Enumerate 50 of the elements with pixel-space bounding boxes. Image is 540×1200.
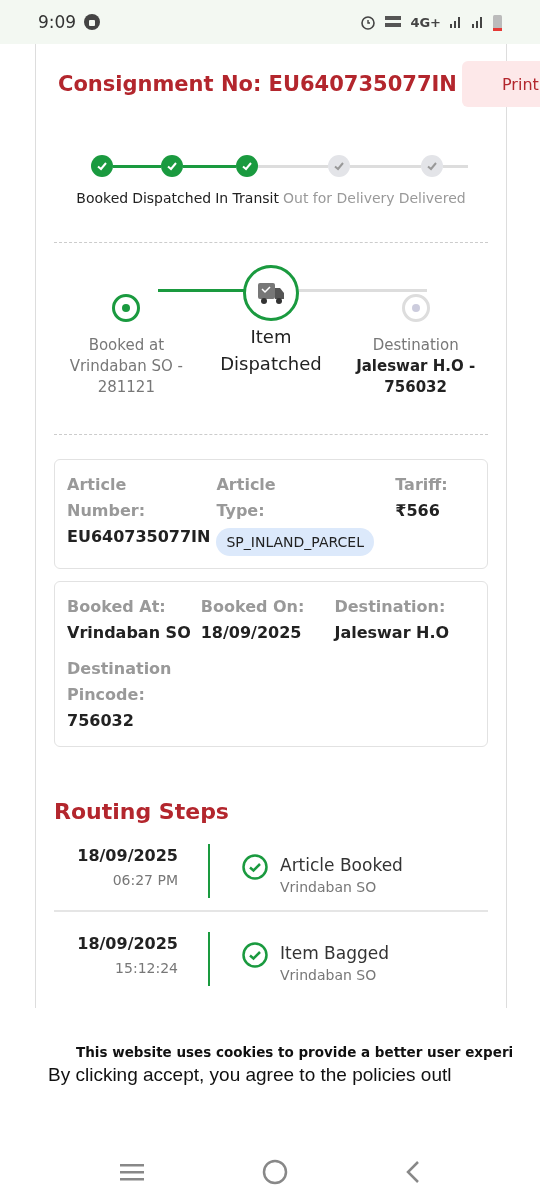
field-value: Vrindaban SO — [67, 622, 192, 644]
current-status: Item Dispatched — [219, 325, 323, 376]
field-label: Booked On: — [200, 596, 306, 618]
section-title: Routing Steps — [54, 799, 230, 824]
step-label: Out for Delivery — [282, 190, 396, 206]
cookie-heading: This website uses cookies to provide a better user experi — [76, 1044, 514, 1060]
volte-icon — [384, 15, 403, 29]
cookie-text: By clicking accept, you agree to the policies outl — [48, 1064, 452, 1086]
field-label: Destination Pincode: — [67, 658, 173, 706]
check-circle-icon — [242, 942, 268, 968]
field-value: 756032 — [67, 710, 135, 732]
field-label: Tariff: — [395, 474, 449, 496]
step-office: Vrindaban SO — [280, 966, 378, 985]
network-type: 4G+ — [410, 14, 441, 30]
step-label: In Transit — [214, 190, 280, 206]
signal-icon — [471, 15, 485, 29]
step-label: Booked — [75, 190, 130, 206]
consignment-title: Consignment No: EU640735077IN — [58, 72, 458, 96]
menu-icon[interactable] — [118, 1162, 145, 1182]
step-date: 18/09/2025 — [77, 933, 178, 955]
step-time: 15:12:24 — [115, 959, 178, 978]
field-label: Booked At: — [67, 596, 167, 618]
home-icon[interactable] — [262, 1159, 288, 1185]
destination-caption: Destination — [372, 335, 459, 356]
destination-place: Jaleswar H.O - 756032 — [355, 356, 476, 398]
back-icon[interactable] — [405, 1160, 422, 1184]
step-date: 18/09/2025 — [77, 845, 178, 867]
field-value: 18/09/2025 — [200, 622, 303, 644]
field-value: EU640735077IN — [67, 526, 211, 548]
step-label: Dispatched — [131, 190, 213, 206]
field-value: ₹566 — [395, 500, 441, 522]
check-circle-icon — [242, 854, 268, 880]
origin-place: Vrindaban SO - 281121 — [68, 356, 184, 398]
field-label: Article Number: — [67, 474, 147, 522]
origin-caption: Booked at — [88, 335, 164, 356]
shopping-bag-icon — [84, 14, 101, 30]
step-time: 06:27 PM — [112, 871, 178, 890]
print-button[interactable]: Print — [462, 61, 540, 107]
step-label: Delivered — [397, 190, 467, 206]
alarm-icon — [360, 14, 377, 30]
field-label: Destination: — [334, 596, 447, 618]
step-event: Article Booked — [280, 854, 403, 876]
field-value: Jaleswar H.O — [334, 622, 451, 644]
field-label: Article Type: — [216, 474, 277, 522]
battery-icon — [493, 13, 502, 31]
signal-icon — [449, 15, 463, 29]
clock-time: 9:09 — [38, 12, 77, 32]
article-type-tag: SP_INLAND_PARCEL — [216, 528, 374, 556]
step-office: Vrindaban SO — [280, 878, 378, 897]
step-event: Item Bagged — [280, 942, 389, 964]
